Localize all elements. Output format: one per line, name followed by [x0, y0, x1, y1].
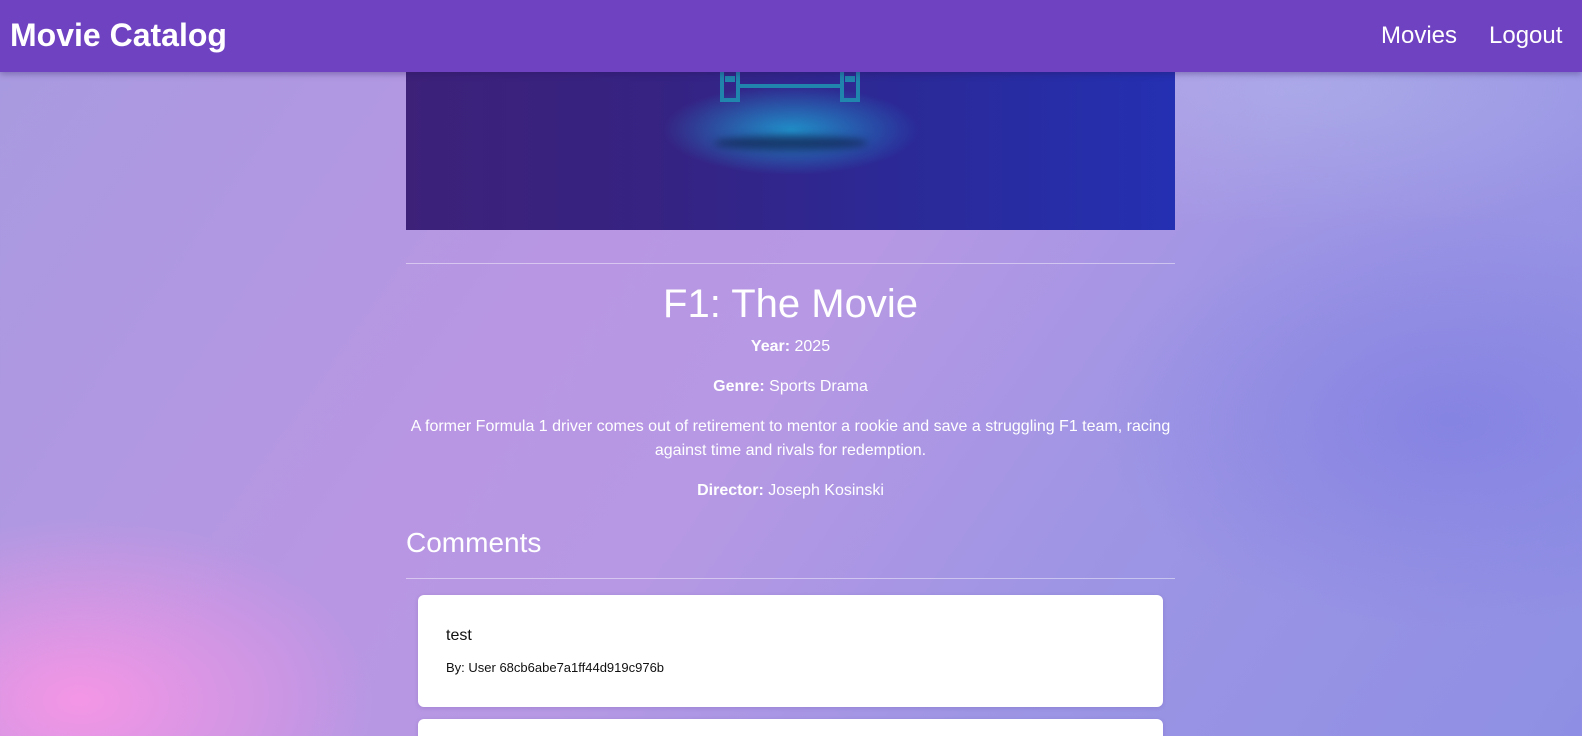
- comment-author: By: User 68cb6abe7a1ff44d919c976b: [446, 660, 665, 675]
- movie-genre: Genre: Sports Drama: [406, 375, 1175, 399]
- movie-year: Year: 2025: [406, 335, 1175, 359]
- comment-card: [418, 719, 1163, 736]
- nav-link-logout[interactable]: Logout: [1489, 20, 1562, 52]
- director-value: Joseph Kosinski: [768, 482, 884, 499]
- movie-director: Director: Joseph Kosinski: [406, 479, 1175, 503]
- comment-card: test By: User 68cb6abe7a1ff44d919c976b: [418, 595, 1163, 707]
- movie-title: F1: The Movie: [663, 282, 918, 326]
- year-value: 2025: [794, 338, 831, 355]
- divider: [406, 263, 1175, 264]
- genre-value: Sports Drama: [769, 378, 868, 395]
- comments-heading: Comments: [406, 527, 542, 558]
- nav-link-movies[interactable]: Movies: [1381, 20, 1457, 52]
- movie-description: A former Formula 1 driver comes out of r…: [410, 418, 1171, 459]
- genre-label: Genre:: [713, 378, 765, 395]
- brand-logo[interactable]: Movie Catalog: [10, 15, 227, 55]
- comment-text: test: [446, 627, 472, 644]
- director-label: Director:: [697, 482, 764, 499]
- year-label: Year:: [750, 338, 791, 355]
- divider: [406, 578, 1175, 579]
- navbar: Movie Catalog Movies Logout: [0, 0, 1582, 72]
